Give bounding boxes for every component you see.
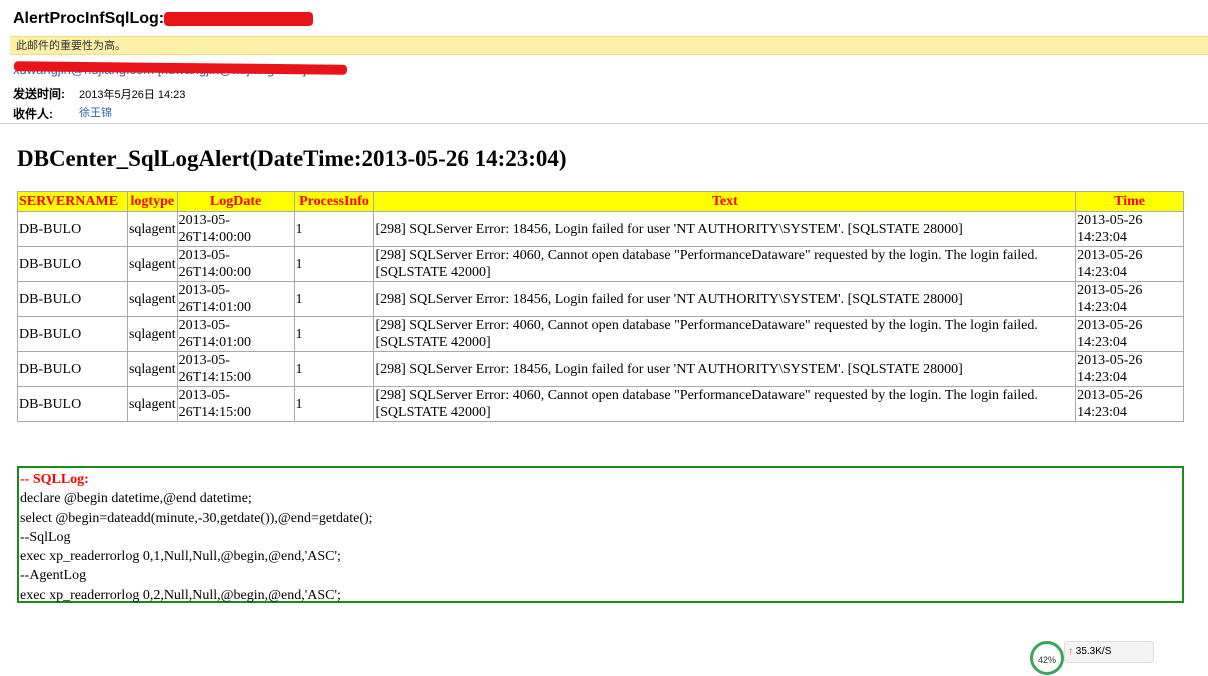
sql-title: -- SQLLog:	[20, 472, 89, 487]
cell-processinfo: 1	[293, 211, 375, 247]
table-header-row: SERVERNAME logtype LogDate ProcessInfo T…	[17, 191, 1184, 212]
col-servername: SERVERNAME	[17, 191, 128, 212]
cell-time: 2013-05-26 14:23:04	[1075, 316, 1184, 352]
cell-logdate: 2013-05-26T14:00:00	[176, 211, 295, 247]
table-row: DB-BULO sqlagent 2013-05-26T14:15:00 1 […	[17, 351, 1184, 387]
table-row: DB-BULO sqlagent 2013-05-26T14:15:00 1 […	[17, 386, 1184, 422]
cell-logtype: sqlagent	[126, 211, 178, 247]
email-subject: AlertProcInfSqlLog:	[13, 10, 164, 28]
importance-banner: 此邮件的重要性为高。	[10, 36, 1208, 55]
cell-processinfo: 1	[293, 316, 375, 352]
cell-logtype: sqlagent	[126, 316, 178, 352]
subject-text: AlertProcInfSqlLog:	[13, 10, 165, 27]
cell-text: [298] SQLServer Error: 4060, Cannot open…	[373, 316, 1077, 352]
cell-servername: DB-BULO	[17, 246, 128, 282]
cell-servername: DB-BULO	[17, 351, 128, 387]
col-text: Text	[373, 191, 1077, 212]
cell-text: [298] SQLServer Error: 18456, Login fail…	[373, 211, 1077, 247]
cell-logtype: sqlagent	[126, 281, 178, 317]
cell-time: 2013-05-26 14:23:04	[1075, 281, 1184, 317]
usage-percent-circle[interactable]: 42%	[1030, 641, 1064, 675]
sql-line: select @begin=dateadd(minute,-30,getdate…	[20, 510, 373, 526]
cell-text: [298] SQLServer Error: 18456, Login fail…	[373, 281, 1077, 317]
cell-time: 2013-05-26 14:23:04	[1075, 246, 1184, 282]
sql-line: declare @begin datetime,@end datetime;	[20, 491, 252, 507]
sql-line: --AgentLog	[20, 568, 87, 584]
cell-logdate: 2013-05-26T14:15:00	[176, 351, 295, 387]
cell-servername: DB-BULO	[17, 211, 128, 247]
cell-time: 2013-05-26 14:23:04	[1075, 211, 1184, 247]
sql-line: --SqlLog	[20, 529, 71, 545]
cell-servername: DB-BULO	[17, 316, 128, 352]
table-row: DB-BULO sqlagent 2013-05-26T14:01:00 1 […	[17, 281, 1184, 317]
to-label: 收件人:	[13, 107, 53, 121]
cell-text: [298] SQLServer Error: 4060, Cannot open…	[373, 246, 1077, 282]
col-logtype: logtype	[126, 191, 178, 212]
importance-text: 此邮件的重要性为高。	[16, 40, 126, 52]
sql-box: -- SQLLog: declare @begin datetime,@end …	[17, 466, 1184, 603]
cell-processinfo: 1	[293, 386, 375, 422]
cell-logdate: 2013-05-26T14:00:00	[176, 246, 295, 282]
report-heading: DBCenter_SqlLogAlert(DateTime:2013-05-26…	[17, 146, 567, 171]
cell-time: 2013-05-26 14:23:04	[1075, 351, 1184, 387]
table-row: DB-BULO sqlagent 2013-05-26T14:00:00 1 […	[17, 246, 1184, 282]
cell-text: [298] SQLServer Error: 18456, Login fail…	[373, 351, 1077, 387]
alert-table: SERVERNAME logtype LogDate ProcessInfo T…	[17, 191, 1184, 422]
col-logdate: LogDate	[176, 191, 295, 212]
cell-time: 2013-05-26 14:23:04	[1075, 386, 1184, 422]
speed-value: 35.3K/S	[1075, 646, 1112, 657]
up-arrow-icon: ↑	[1068, 646, 1073, 657]
cell-text: [298] SQLServer Error: 4060, Cannot open…	[373, 386, 1077, 422]
sent-value: 2013年5月26日 14:23	[79, 89, 186, 101]
col-processinfo: ProcessInfo	[293, 191, 375, 212]
subject-redaction	[164, 12, 313, 26]
table-row: DB-BULO sqlagent 2013-05-26T14:01:00 1 […	[17, 316, 1184, 352]
sent-label: 发送时间:	[13, 87, 65, 101]
speed-readout: ↑ 35.3K/S	[1068, 646, 1111, 657]
cell-logdate: 2013-05-26T14:01:00	[176, 316, 295, 352]
cell-logdate: 2013-05-26T14:01:00	[176, 281, 295, 317]
cell-processinfo: 1	[293, 281, 375, 317]
cell-servername: DB-BULO	[17, 386, 128, 422]
cell-processinfo: 1	[293, 351, 375, 387]
sql-line: exec xp_readerrorlog 0,2,Null,Null,@begi…	[20, 587, 341, 603]
sql-line: exec xp_readerrorlog 0,1,Null,Null,@begi…	[20, 549, 341, 565]
to-value[interactable]: 徐王锦	[79, 104, 112, 120]
cell-logtype: sqlagent	[126, 386, 178, 422]
table-row: DB-BULO sqlagent 2013-05-26T14:00:00 1 […	[17, 211, 1184, 247]
cell-servername: DB-BULO	[17, 281, 128, 317]
header-divider	[0, 123, 1208, 124]
cell-logdate: 2013-05-26T14:15:00	[176, 386, 295, 422]
cell-processinfo: 1	[293, 246, 375, 282]
cell-logtype: sqlagent	[126, 351, 178, 387]
cell-logtype: sqlagent	[126, 246, 178, 282]
col-time: Time	[1075, 191, 1184, 212]
